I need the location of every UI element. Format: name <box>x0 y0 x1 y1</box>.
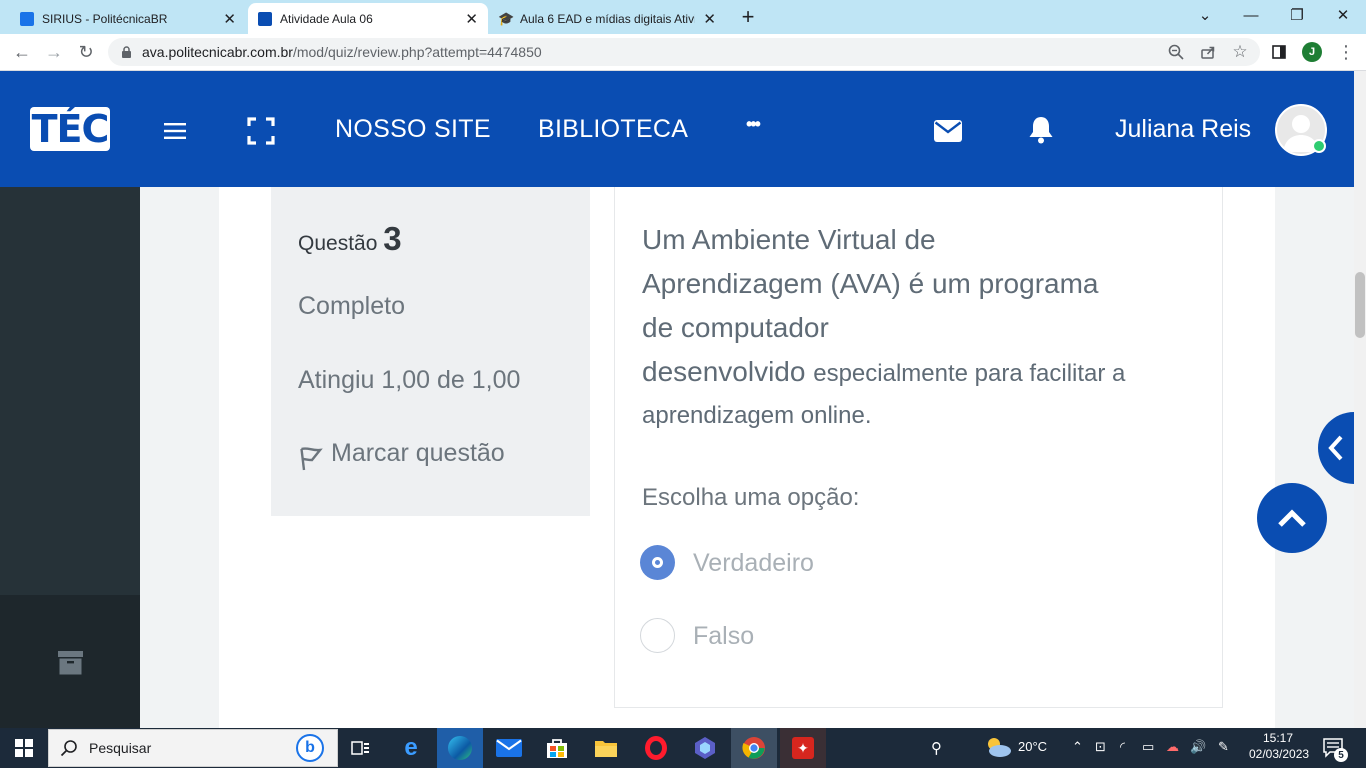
tab-title: Aula 6 EAD e mídias digitais Ativi <box>520 11 696 26</box>
url-domain: ava.politecnicabr.com.br <box>142 44 293 60</box>
edge-icon <box>448 736 472 760</box>
meet-now-icon[interactable]: ⊡ <box>1095 739 1106 755</box>
volume-icon[interactable]: 🔊 <box>1190 739 1206 755</box>
back-to-top-button[interactable] <box>1257 483 1327 553</box>
archive-icon[interactable] <box>58 651 83 675</box>
side-panel-icon[interactable] <box>1270 43 1288 61</box>
close-tab-icon[interactable]: ✕ <box>223 10 236 28</box>
nav-link-biblioteca[interactable]: BIBLIOTECA <box>538 115 688 144</box>
people-icon[interactable]: ⚲ <box>931 739 942 757</box>
store-icon[interactable] <box>541 732 573 764</box>
chevron-up-icon <box>1278 509 1306 527</box>
envelope-icon[interactable] <box>934 120 962 142</box>
address-bar[interactable]: ava.politecnicabr.com.br/mod/quiz/review… <box>108 38 1260 66</box>
acrobat-taskbar-button[interactable]: ✦ <box>780 728 826 768</box>
close-tab-icon[interactable]: ✕ <box>465 10 478 28</box>
new-tab-button[interactable]: + <box>735 3 761 31</box>
restore-icon[interactable]: ❐ <box>1274 0 1320 30</box>
battery-icon[interactable]: ▭ <box>1142 739 1154 755</box>
plus-icon: + <box>741 4 755 29</box>
opera-icon[interactable] <box>640 732 672 764</box>
search-icon <box>60 739 78 757</box>
tab-search-icon[interactable]: ⌄ <box>1182 0 1228 30</box>
tec-favicon-icon <box>258 11 272 26</box>
clock-date: 02/03/2023 <box>1249 747 1310 761</box>
edge-taskbar-button[interactable] <box>437 728 483 768</box>
clock[interactable]: 15:17 02/03/2023 <box>1249 731 1310 761</box>
option-label-falso[interactable]: Falso <box>693 622 754 651</box>
site-logo[interactable]: TÉC <box>30 107 110 151</box>
chevron-left-icon <box>1328 435 1343 461</box>
file-explorer-icon[interactable] <box>590 732 622 764</box>
search-placeholder: Pesquisar <box>89 740 152 756</box>
sirius-favicon-icon <box>20 11 34 26</box>
flag-icon[interactable] <box>300 446 324 472</box>
question-state: Completo <box>298 292 405 320</box>
profile-avatar[interactable]: J <box>1302 42 1322 62</box>
radio-falso[interactable] <box>640 618 675 653</box>
radio-verdadeiro[interactable] <box>640 545 675 580</box>
back-icon[interactable]: ← <box>8 38 36 66</box>
zoom-icon[interactable] <box>1167 43 1185 61</box>
browser-tab-sirius[interactable]: SIRIUS - PolitécnicaBR ✕ <box>10 3 246 34</box>
question-label: Questão <box>298 232 378 255</box>
windows-start-icon[interactable] <box>15 739 33 757</box>
app-hexagon-icon[interactable] <box>689 732 721 764</box>
clock-time: 15:17 <box>1262 731 1294 745</box>
hamburger-menu-icon[interactable] <box>164 122 188 140</box>
reload-icon[interactable]: ↻ <box>72 38 100 66</box>
notification-count-badge: 5 <box>1334 748 1348 762</box>
weather-temperature[interactable]: 20°C <box>1018 739 1047 754</box>
fullscreen-icon[interactable] <box>247 117 275 145</box>
question-number-value: 3 <box>383 220 402 257</box>
browser-menu-icon[interactable]: ⋮ <box>1336 40 1356 64</box>
browser-tab-aula6[interactable]: 🎓 Aula 6 EAD e mídias digitais Ativi ✕ <box>488 3 726 34</box>
close-window-icon[interactable]: ✕ <box>1320 0 1366 30</box>
online-status-indicator <box>1312 139 1326 153</box>
forward-icon[interactable]: → <box>40 38 68 66</box>
question-number: Questão 3 <box>298 220 402 258</box>
flag-question-link[interactable]: Marcar questão <box>331 439 505 468</box>
chrome-icon <box>742 737 765 759</box>
more-menu-icon[interactable]: ••• <box>746 114 761 135</box>
minimize-icon[interactable]: — <box>1228 0 1274 30</box>
tab-title: SIRIUS - PolitécnicaBR <box>42 11 168 26</box>
onedrive-error-icon[interactable]: ☁ <box>1166 739 1179 755</box>
taskbar-search-input[interactable]: Pesquisar <box>48 729 338 767</box>
task-view-icon[interactable] <box>345 732 377 764</box>
bell-icon[interactable] <box>1028 116 1054 144</box>
question-text-segment: desenvolvido <box>642 356 806 387</box>
question-text-line: Um Ambiente Virtual de <box>642 224 936 255</box>
mail-icon[interactable] <box>493 732 525 764</box>
lock-icon[interactable] <box>117 43 135 61</box>
page-scrollbar[interactable] <box>1354 71 1366 728</box>
tab-title: Atividade Aula 06 <box>280 11 373 26</box>
url-path: /mod/quiz/review.php?attempt=4474850 <box>292 44 542 60</box>
nav-link-nosso-site[interactable]: NOSSO SITE <box>335 115 491 144</box>
question-text-segment: especialmente para facilitar a <box>813 360 1126 387</box>
chrome-taskbar-button[interactable] <box>731 728 777 768</box>
browser-tab-atividade[interactable]: Atividade Aula 06 ✕ <box>248 3 488 34</box>
user-name[interactable]: Juliana Reis <box>1115 115 1251 144</box>
wifi-icon[interactable]: ◜ <box>1120 739 1125 755</box>
scrollbar-thumb[interactable] <box>1355 272 1365 338</box>
question-text-line: desenvolvido especialmente para facilita… <box>642 356 1125 388</box>
question-text-line: de computador <box>642 312 829 343</box>
internet-explorer-icon[interactable]: e <box>395 732 427 764</box>
graduation-cap-icon: 🎓 <box>498 10 515 26</box>
bing-icon[interactable]: b <box>296 734 324 762</box>
question-text-line: Aprendizagem (AVA) é um programa <box>642 268 1099 299</box>
question-grade: Atingiu 1,00 de 1,00 <box>298 366 521 394</box>
close-tab-icon[interactable]: ✕ <box>703 10 716 28</box>
share-icon[interactable] <box>1199 43 1217 61</box>
option-label-verdadeiro[interactable]: Verdadeiro <box>693 549 814 578</box>
pen-icon[interactable]: ✎ <box>1218 739 1229 755</box>
acrobat-icon: ✦ <box>792 737 814 759</box>
bookmark-star-icon[interactable]: ☆ <box>1231 42 1249 61</box>
choose-option-prompt: Escolha uma opção: <box>642 484 860 511</box>
weather-cloud-icon[interactable] <box>984 736 1012 758</box>
chevron-up-tray-icon[interactable]: ⌃ <box>1072 739 1083 755</box>
question-text-line: aprendizagem online. <box>642 402 872 429</box>
